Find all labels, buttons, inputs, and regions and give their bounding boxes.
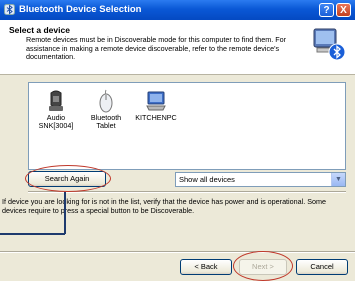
search-again-button[interactable]: Search Again [28,171,106,187]
device-item-tablet[interactable]: Bluetooth Tablet [83,89,129,130]
wizard-header: Select a device Remote devices must be i… [0,20,355,75]
close-button[interactable]: X [336,3,351,17]
device-item-audio[interactable]: Audio SNK[3004] [33,89,79,130]
device-filter-select[interactable]: Show all devices ▼ [175,172,346,187]
page-description: Remote devices must be in Discoverable m… [26,35,287,61]
device-label: Audio SNK[3004] [38,113,74,130]
help-text: If device you are looking for is not in … [2,197,327,215]
chevron-down-icon[interactable]: ▼ [331,173,345,186]
bluetooth-computer-icon [313,28,346,61]
window-title: Bluetooth Device Selection [19,4,142,15]
mouse-device-icon [99,89,113,113]
next-button[interactable]: Next > [239,259,287,275]
divider [28,191,346,193]
back-button[interactable]: < Back [180,259,232,275]
device-filter-value: Show all devices [179,175,235,184]
device-list[interactable]: Audio SNK[3004] Bluetooth Tablet KITCHEN… [28,82,346,170]
audio-device-icon [49,90,63,111]
device-label: KITCHENPC [135,113,177,122]
cancel-button[interactable]: Cancel [296,259,348,275]
device-item-kitchenpc[interactable]: KITCHENPC [133,89,179,122]
dialog-window: Bluetooth Device Selection ? X Select a … [0,0,355,281]
computer-device-icon [146,91,166,111]
footer-divider [0,251,355,253]
help-button[interactable]: ? [319,3,334,17]
bluetooth-icon [4,4,15,15]
title-bar[interactable]: Bluetooth Device Selection ? X [0,0,355,20]
device-label: Bluetooth Tablet [90,113,122,130]
page-title: Select a device [9,25,70,35]
